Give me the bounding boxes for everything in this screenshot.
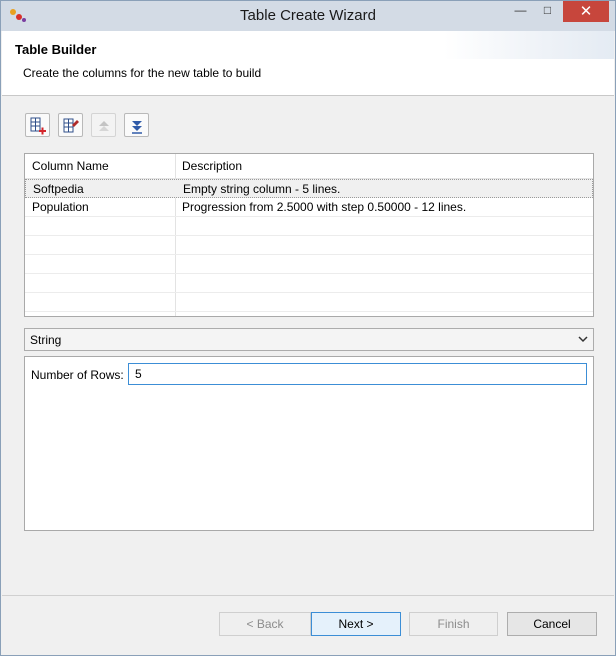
edit-column-icon [63, 118, 79, 133]
minimize-icon: — [514, 3, 527, 17]
wizard-header: Table Builder Create the columns for the… [2, 31, 614, 96]
title-bar[interactable]: Table Create Wizard — □ ✕ [1, 1, 615, 31]
wizard-window: Table Create Wizard — □ ✕ Table Builder … [0, 0, 616, 656]
button-bar-divider [2, 595, 614, 596]
columns-table[interactable]: Column Name Description Softpedia Empty … [24, 153, 594, 317]
edit-column-button[interactable] [58, 113, 83, 137]
page-title: Table Builder [15, 42, 97, 57]
table-row[interactable]: Population Progression from 2.5000 with … [25, 198, 593, 217]
header-description[interactable]: Description [182, 159, 242, 173]
close-icon: ✕ [579, 3, 593, 20]
rows-label: Number of Rows: [31, 368, 124, 382]
empty-row [25, 274, 593, 293]
header-column-name[interactable]: Column Name [32, 159, 109, 173]
column-type-select[interactable]: String [24, 328, 594, 351]
move-down-button[interactable] [124, 113, 149, 137]
next-button[interactable]: Next > [311, 612, 401, 636]
minimize-button[interactable]: — [507, 1, 534, 22]
maximize-icon: □ [543, 3, 552, 17]
finish-button[interactable]: Finish [409, 612, 498, 636]
empty-row [25, 293, 593, 312]
cancel-button[interactable]: Cancel [507, 612, 597, 636]
rows-input[interactable] [128, 363, 587, 385]
empty-row [25, 217, 593, 236]
maximize-button[interactable]: □ [534, 1, 561, 22]
back-button[interactable]: < Back [219, 612, 311, 636]
column-settings-panel: Number of Rows: [24, 356, 594, 531]
close-button[interactable]: ✕ [563, 1, 609, 22]
empty-row [25, 236, 593, 255]
move-up-button[interactable] [91, 113, 116, 137]
column-type-value: String [30, 333, 62, 347]
table-row[interactable]: Softpedia Empty string column - 5 lines. [25, 179, 593, 198]
cell-description: Empty string column - 5 lines. [183, 182, 341, 196]
add-column-icon [30, 117, 46, 135]
empty-row [25, 255, 593, 274]
add-column-button[interactable] [25, 113, 50, 137]
table-header: Column Name Description [25, 154, 593, 179]
header-banner [444, 31, 614, 59]
cell-description: Progression from 2.5000 with step 0.5000… [182, 200, 467, 214]
move-up-icon [99, 121, 109, 131]
chevron-down-icon [578, 336, 588, 343]
cell-column-name: Softpedia [33, 182, 84, 196]
cell-column-name: Population [32, 200, 89, 214]
move-down-icon [132, 121, 142, 134]
page-description: Create the columns for the new table to … [23, 66, 262, 80]
